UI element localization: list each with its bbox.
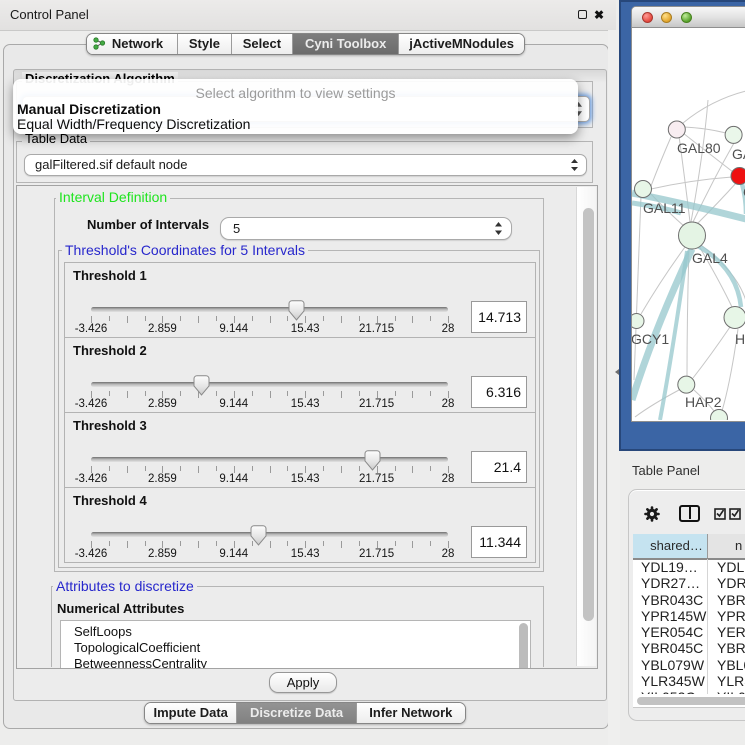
svg-text:GAL4: GAL4 [692, 250, 728, 266]
svg-text:GA: GA [732, 146, 745, 162]
svg-text:GAL11: GAL11 [643, 200, 686, 216]
svg-text:GCY1: GCY1 [632, 331, 669, 347]
svg-text:HAP2: HAP2 [685, 394, 722, 410]
svg-text:GAL80: GAL80 [677, 140, 721, 156]
svg-text:H: H [735, 331, 745, 347]
